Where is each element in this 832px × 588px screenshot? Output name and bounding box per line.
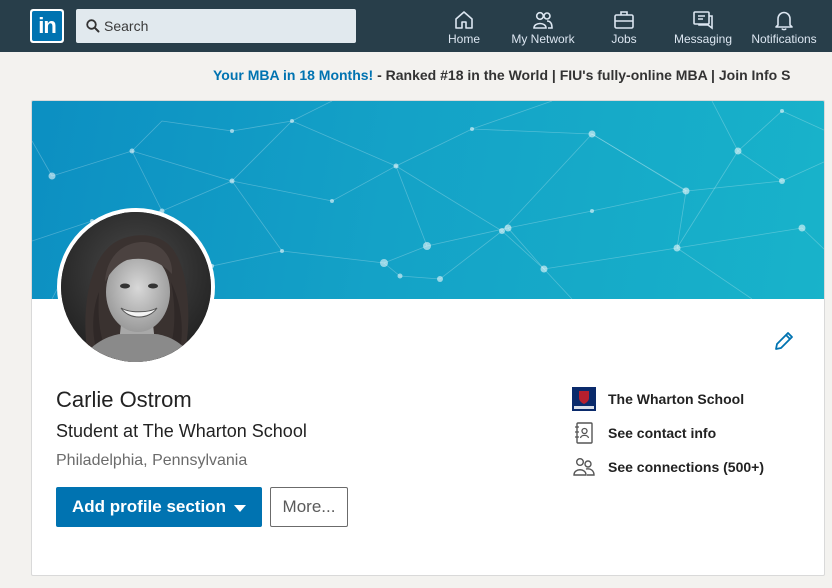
profile-card: Carlie Ostrom Student at The Wharton Sch… — [31, 100, 825, 576]
nav-label-my-network: My Network — [511, 32, 575, 46]
connections-icon — [573, 458, 595, 476]
more-button[interactable]: More... — [270, 487, 348, 527]
nav-label-home: Home — [447, 32, 480, 46]
nav-label-messaging: Messaging — [673, 32, 733, 46]
promo-text: - Ranked #18 in the World | FIU's fully-… — [373, 67, 791, 83]
connections-label: See connections (500+) — [608, 459, 765, 475]
bell-icon — [775, 11, 793, 31]
caret-down-icon — [234, 505, 246, 512]
avatar[interactable] — [61, 212, 211, 362]
nav-item-notifications[interactable]: Notifications — [746, 0, 822, 52]
promo-banner[interactable]: Your MBA in 18 Months! - Ranked #18 in t… — [213, 67, 832, 83]
school-name: The Wharton School — [608, 391, 745, 407]
top-nav-bar: in Home My Network Jobs — [0, 0, 832, 52]
nav-item-my-network[interactable]: My Network — [506, 0, 580, 52]
nav-item-home[interactable]: Home — [443, 0, 485, 52]
home-icon — [455, 11, 473, 29]
contact-book-icon — [575, 422, 593, 444]
promo-link[interactable]: Your MBA in 18 Months! — [213, 67, 373, 83]
profile-headline: Student at The Wharton School — [56, 421, 307, 441]
network-icon — [533, 11, 553, 29]
logo-text: in — [32, 11, 62, 41]
profile-photo-frame[interactable] — [57, 208, 215, 366]
add-profile-section-button[interactable]: Add profile section — [56, 487, 262, 527]
nav-label-jobs: Jobs — [611, 32, 637, 46]
linkedin-logo[interactable]: in — [30, 9, 64, 43]
briefcase-icon — [614, 11, 634, 29]
search-icon — [86, 19, 100, 33]
profile-photo — [61, 212, 211, 362]
profile-name: Carlie Ostrom — [56, 387, 192, 412]
profile-location: Philadelphia, Pennsylvania — [56, 452, 248, 469]
edit-pencil-icon[interactable] — [772, 329, 796, 353]
search-box[interactable] — [76, 9, 356, 43]
nav-item-jobs[interactable]: Jobs — [603, 0, 645, 52]
messaging-icon — [693, 11, 713, 30]
contact-info-label: See contact info — [608, 425, 717, 441]
nav-item-messaging[interactable]: Messaging — [670, 0, 736, 52]
wharton-logo-icon — [572, 387, 596, 411]
nav-label-notifications: Notifications — [751, 32, 817, 46]
add-profile-section-label: Add profile section — [72, 497, 226, 516]
search-input[interactable] — [104, 9, 349, 43]
